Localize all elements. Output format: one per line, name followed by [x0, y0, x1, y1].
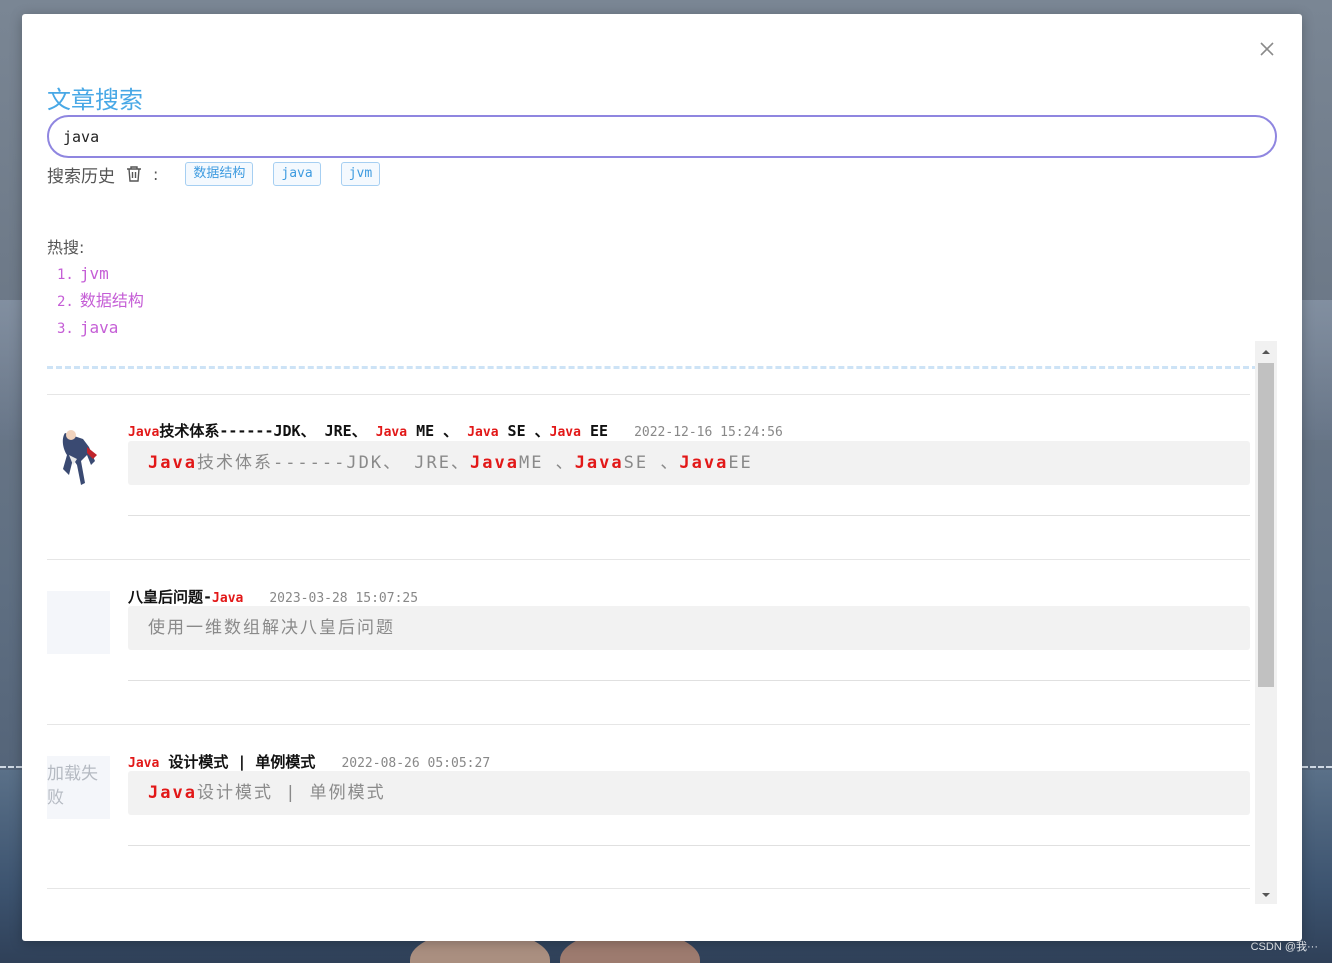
history-tags: 数据结构 java jvm — [185, 162, 400, 186]
trash-icon — [127, 166, 141, 182]
section-divider — [47, 366, 1267, 369]
hot-search-item[interactable]: 1. jvm — [57, 260, 144, 287]
history-label: 搜索历史 — [47, 166, 115, 187]
result-date: 2022-12-16 15:24:56 — [634, 425, 783, 440]
title-text: 八皇后问题- — [128, 588, 213, 606]
hot-search-index: 3. — [57, 321, 74, 337]
title-highlight: Java — [128, 425, 160, 440]
summary-highlight: Java — [470, 453, 519, 473]
dialog-title: 文章搜索 — [47, 86, 143, 114]
title-text: EE — [580, 422, 609, 440]
clear-history-button[interactable] — [125, 165, 143, 183]
close-button[interactable] — [1258, 40, 1276, 58]
title-text: SE 、 — [498, 422, 550, 440]
title-highlight: Java — [375, 425, 408, 440]
scrollbar-thumb[interactable] — [1258, 363, 1274, 687]
summary-text: 设计模式 | 单例模式 — [196, 783, 386, 803]
summary-highlight: Java — [148, 453, 197, 473]
result-bottom-line — [128, 845, 1250, 846]
search-history: 搜索历史 : 数据结构 java jvm — [47, 160, 400, 188]
hot-search-text: 数据结构 — [79, 291, 144, 310]
result-separator — [47, 888, 1250, 889]
hot-search-label: 热搜: — [47, 238, 85, 257]
result-header: Java技术体系------JDK、 JRE、 Java ME 、 Java S… — [128, 420, 783, 442]
hot-search-index: 1. — [57, 267, 74, 283]
hot-search-item[interactable]: 3. java — [57, 314, 144, 341]
result-summary: 使用一维数组解决八皇后问题 — [128, 606, 1250, 650]
result-summary: Java技术体系------JDK、 JRE、JavaME 、JavaSE 、J… — [128, 441, 1250, 485]
result-bottom-line — [128, 680, 1250, 681]
summary-text: SE 、 — [623, 453, 680, 473]
search-input[interactable] — [47, 115, 1277, 158]
scroll-up-button[interactable] — [1255, 343, 1277, 361]
hot-search-text: java — [79, 318, 119, 337]
result-item[interactable]: 八皇后问题-Java 2023-03-28 15:07:25 使用一维数组解决八皇后… — [47, 559, 1250, 724]
close-icon — [1260, 42, 1274, 56]
summary-text: 技术体系------JDK、 JRE、 — [196, 453, 471, 473]
summary-highlight: Java — [148, 783, 197, 803]
title-text: ME 、 — [407, 422, 468, 440]
summary-text: EE — [728, 453, 753, 473]
scroll-down-button[interactable] — [1255, 886, 1277, 904]
thumbnail — [47, 425, 110, 488]
thumbnail-failed-text: 加载失败 — [47, 764, 98, 808]
history-tag[interactable]: 数据结构 — [185, 162, 254, 186]
title-highlight: Java — [549, 425, 581, 440]
result-title[interactable]: 八皇后问题-Java — [128, 586, 243, 607]
result-item[interactable]: Java技术体系------JDK、 JRE、 Java ME 、 Java S… — [47, 394, 1250, 559]
result-summary: Java设计模式 | 单例模式 — [128, 771, 1250, 815]
history-tag[interactable]: java — [273, 162, 321, 186]
result-header: 八皇后问题-Java 2023-03-28 15:07:25 — [128, 586, 418, 608]
title-text: 技术体系------JDK、 JRE、 — [159, 422, 376, 440]
summary-highlight: Java — [574, 453, 624, 473]
history-tag[interactable]: jvm — [340, 162, 381, 186]
hot-search-text: jvm — [79, 264, 109, 283]
triangle-up-icon — [1262, 350, 1270, 354]
title-highlight: Java — [212, 591, 244, 606]
result-bottom-line — [128, 515, 1250, 516]
title-highlight: Java — [128, 756, 160, 771]
triangle-down-icon — [1262, 893, 1270, 897]
hot-search-item[interactable]: 2. 数据结构 — [57, 287, 144, 314]
thumbnail-image — [62, 430, 97, 485]
history-colon: : — [153, 164, 159, 184]
result-date: 2023-03-28 15:07:25 — [269, 591, 419, 606]
results-scrollbar[interactable] — [1255, 341, 1277, 904]
result-title[interactable]: Java 设计模式 | 单例模式 — [128, 751, 315, 772]
result-item[interactable]: 加载失败 Java 设计模式 | 单例模式 2022-08-26 05:05:27 J… — [47, 724, 1250, 889]
search-results-list: Java技术体系------JDK、 JRE、 Java ME 、 Java S… — [47, 394, 1250, 904]
summary-text: ME 、 — [518, 453, 575, 473]
summary-highlight: Java — [679, 453, 729, 473]
title-text: 设计模式 | 单例模式 — [159, 753, 316, 771]
thumbnail-failed: 加载失败 — [47, 756, 110, 819]
result-date: 2022-08-26 05:05:27 — [341, 756, 491, 771]
thumbnail — [47, 591, 110, 654]
result-header: Java 设计模式 | 单例模式 2022-08-26 05:05:27 — [128, 751, 490, 773]
title-highlight: Java — [467, 425, 499, 440]
hot-search-list: 1. jvm 2. 数据结构 3. java — [57, 260, 144, 341]
result-title[interactable]: Java技术体系------JDK、 JRE、 Java ME 、 Java S… — [128, 420, 608, 441]
summary-text: 使用一维数组解决八皇后问题 — [148, 618, 395, 638]
search-dialog: 文章搜索 搜索历史 : 数据结构 java jvm 热搜: 1. jvm 2. 数据… — [22, 14, 1302, 941]
hot-search-index: 2. — [57, 294, 74, 310]
backdrop-dash-left — [0, 766, 22, 768]
backdrop-dash-right — [1302, 766, 1332, 768]
